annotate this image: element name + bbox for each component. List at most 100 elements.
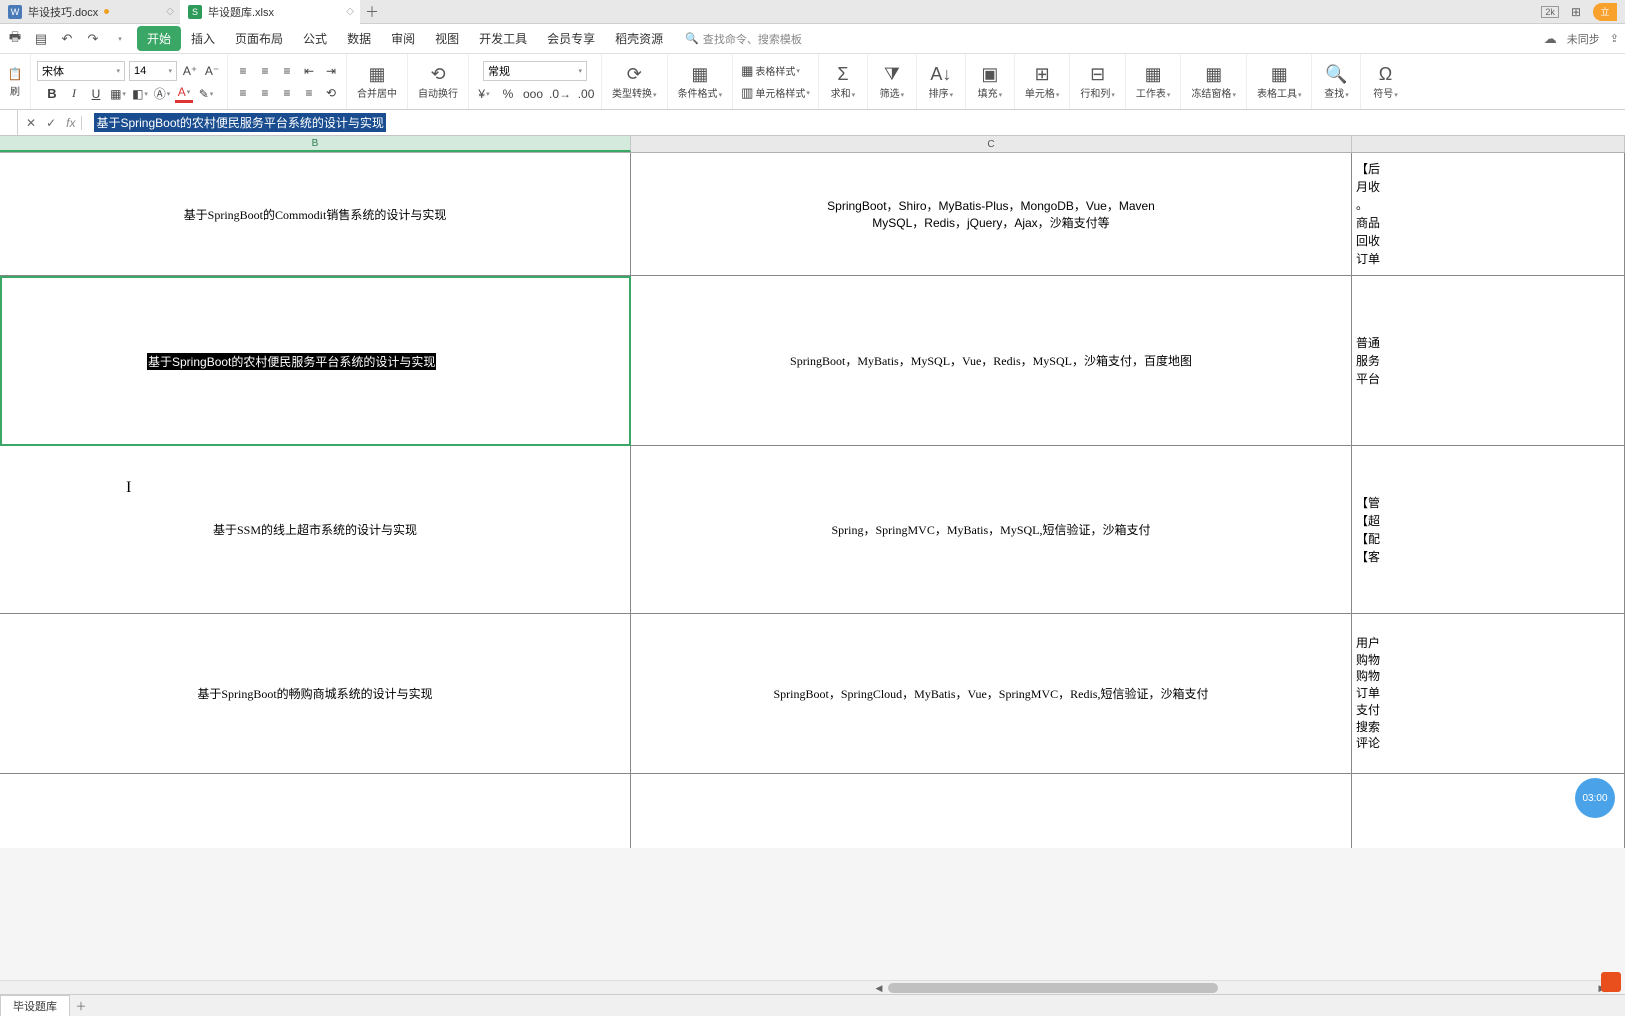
cond-format-button[interactable]: ▦ 条件格式▾	[674, 61, 727, 102]
number-format-select[interactable]: 常规▾	[483, 61, 587, 81]
sort-button[interactable]: A↓排序▾	[923, 61, 959, 102]
type-convert-button[interactable]: ⟳ 类型转换▾	[608, 61, 661, 102]
confirm-edit-button[interactable]: ✓	[46, 116, 56, 130]
font-effects-button[interactable]: Ⓐ▾	[153, 85, 171, 103]
print-button[interactable]: 🖶	[6, 28, 24, 50]
clear-format-button[interactable]: ✎▾	[197, 85, 215, 103]
scrollbar-thumb[interactable]	[888, 983, 1218, 993]
symbol-button[interactable]: Ω符号▾	[1367, 61, 1403, 102]
user-avatar-button[interactable]: 立	[1593, 3, 1617, 21]
menu-view[interactable]: 视图	[425, 26, 469, 51]
cell-b-row5[interactable]	[0, 774, 631, 848]
apps-grid-icon[interactable]: ⊞	[1571, 5, 1581, 19]
timer-badge[interactable]: 03:00	[1575, 778, 1615, 818]
menu-data[interactable]: 数据	[337, 26, 381, 51]
formula-input[interactable]: 基于SpringBoot的农村便民服务平台系统的设计与实现	[90, 113, 1625, 133]
comma-button[interactable]: ooo	[523, 85, 543, 103]
paste-icon[interactable]: 📋	[6, 65, 24, 83]
menu-dev[interactable]: 开发工具	[469, 26, 537, 51]
cell-d-row1[interactable]: 【后 月收 。 商品 回收 订单	[1352, 153, 1625, 276]
menu-member[interactable]: 会员专享	[537, 26, 605, 51]
sum-button[interactable]: Σ求和▾	[825, 61, 861, 102]
cell-c-row4[interactable]: SpringBoot，SpringCloud，MyBatis，Vue，Sprin…	[631, 614, 1352, 774]
border-button[interactable]: ▦▾	[109, 85, 127, 103]
align-justify-button[interactable]: ≡	[300, 84, 318, 102]
badge-2k-icon[interactable]: 2k	[1541, 6, 1559, 18]
menu-start[interactable]: 开始	[137, 26, 181, 51]
italic-button[interactable]: I	[65, 85, 83, 103]
menu-insert[interactable]: 插入	[181, 26, 225, 51]
find-button[interactable]: 🔍查找▾	[1318, 61, 1354, 102]
fill-color-button[interactable]: ◧▾	[131, 85, 149, 103]
font-shrink-button[interactable]: A⁻	[203, 62, 221, 80]
save-button[interactable]: ▤	[32, 31, 50, 47]
orientation-button[interactable]: ⟲	[322, 84, 340, 102]
doc-tab-excel[interactable]: S 毕设题库.xlsx ◇	[180, 0, 360, 24]
font-size-select[interactable]: 14▾	[129, 61, 177, 81]
scroll-left-button[interactable]: ◀	[872, 981, 886, 995]
fx-icon[interactable]: fx	[66, 116, 82, 130]
cell-b-row1[interactable]: 基于SpringBoot的Commodit销售系统的设计与实现	[0, 153, 631, 276]
name-box[interactable]	[0, 110, 18, 135]
cell-style-button[interactable]: ▥单元格样式▾	[739, 84, 812, 102]
decimal-dec-button[interactable]: .00	[577, 85, 595, 103]
filter-button[interactable]: ⧩筛选▾	[874, 61, 910, 102]
cell-button[interactable]: ⊞单元格▾	[1021, 61, 1064, 102]
align-center-button[interactable]: ≡	[256, 84, 274, 102]
rowcol-button[interactable]: ⊟行和列▾	[1076, 61, 1119, 102]
cell-d-row3[interactable]: 【管 【超 【配 【客	[1352, 446, 1625, 614]
tab-menu-icon[interactable]: ◇	[166, 6, 174, 17]
cell-d-row4[interactable]: 用户 购物 购物 订单 支付 搜索 评论	[1352, 614, 1625, 774]
bold-button[interactable]: B	[43, 85, 61, 103]
undo-button[interactable]: ↶	[58, 31, 76, 47]
redo-button[interactable]: ↷	[84, 31, 102, 47]
tab-menu-icon[interactable]: ◇	[346, 6, 354, 17]
cell-b-row4[interactable]: 基于SpringBoot的畅购商城系统的设计与实现	[0, 614, 631, 774]
cell-c-row5[interactable]	[631, 774, 1352, 848]
col-header-b[interactable]: B	[0, 136, 631, 152]
underline-button[interactable]: U	[87, 85, 105, 103]
horizontal-scrollbar[interactable]: ◀ ▶	[0, 980, 1609, 994]
font-color-button[interactable]: A▾	[175, 85, 193, 103]
font-name-select[interactable]: 宋体▾	[37, 61, 125, 81]
add-sheet-button[interactable]: ＋	[70, 998, 92, 1014]
font-grow-button[interactable]: A⁺	[181, 62, 199, 80]
cell-b-row3[interactable]: 基于SSM的线上超市系统的设计与实现	[0, 446, 631, 614]
align-right-button[interactable]: ≡	[278, 84, 296, 102]
currency-button[interactable]: ¥▾	[475, 85, 493, 103]
indent-inc-button[interactable]: ⇥	[322, 62, 340, 80]
col-header-c[interactable]: C	[631, 136, 1352, 152]
menu-formula[interactable]: 公式	[293, 26, 337, 51]
wrap-button[interactable]: ⟲ 自动换行	[414, 61, 462, 102]
menu-layout[interactable]: 页面布局	[225, 26, 293, 51]
menu-review[interactable]: 审阅	[381, 26, 425, 51]
share-icon[interactable]: ⇪	[1610, 32, 1619, 45]
indent-dec-button[interactable]: ⇤	[300, 62, 318, 80]
menu-resources[interactable]: 稻壳资源	[605, 26, 673, 51]
merge-button[interactable]: ▦ 合并居中	[353, 61, 401, 102]
cell-c-row2[interactable]: SpringBoot，MyBatis，MySQL，Vue，Redis，MySQL…	[631, 276, 1352, 446]
worksheet-button[interactable]: ▦工作表▾	[1132, 61, 1175, 102]
table-style-button[interactable]: ▦表格样式▾	[739, 62, 802, 80]
qat-more-icon[interactable]: ▾	[111, 35, 129, 43]
align-middle-button[interactable]: ≡	[256, 62, 274, 80]
cell-c-row1[interactable]: SpringBoot，Shiro，MyBatis-Plus，MongoDB，Vu…	[631, 153, 1352, 276]
sync-icon[interactable]: ☁	[1544, 31, 1557, 47]
cell-b-row2-editing[interactable]: 基于SpringBoot的农村便民服务平台系统的设计与实现	[0, 276, 631, 446]
cell-d-row2[interactable]: 普通 服务 平台	[1352, 276, 1625, 446]
sheet-tab[interactable]: 毕设题库	[0, 995, 70, 1016]
command-search[interactable]: 🔍 查找命令、搜索模板	[685, 31, 802, 47]
align-left-button[interactable]: ≡	[234, 84, 252, 102]
fill-button[interactable]: ▣填充▾	[972, 61, 1008, 102]
cell-c-row3[interactable]: Spring，SpringMVC，MyBatis，MySQL,短信验证，沙箱支付	[631, 446, 1352, 614]
percent-button[interactable]: %	[499, 85, 517, 103]
cancel-edit-button[interactable]: ✕	[26, 116, 36, 130]
col-header-d[interactable]	[1352, 136, 1625, 152]
align-bottom-button[interactable]: ≡	[278, 62, 296, 80]
doc-tab-word[interactable]: W 毕设技巧.docx ◇	[0, 0, 180, 24]
align-top-button[interactable]: ≡	[234, 62, 252, 80]
freeze-button[interactable]: ▦冻结窗格▾	[1187, 61, 1240, 102]
spreadsheet-grid[interactable]: 基于SpringBoot的Commodit销售系统的设计与实现 SpringBo…	[0, 153, 1625, 848]
new-tab-button[interactable]: ＋	[360, 0, 384, 24]
tabletool-button[interactable]: ▦表格工具▾	[1253, 61, 1306, 102]
